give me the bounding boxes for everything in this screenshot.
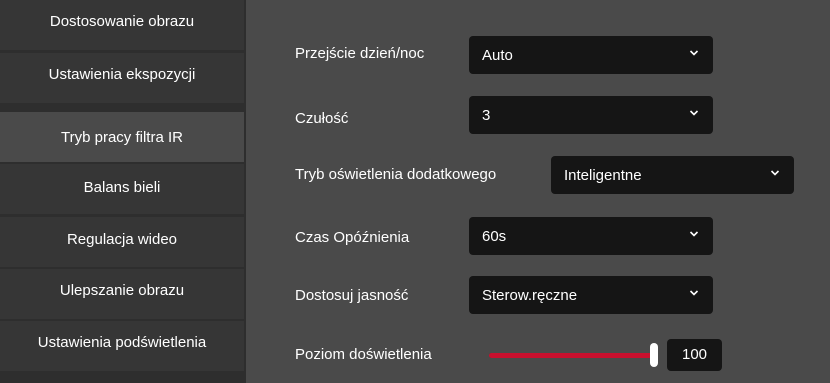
day-night-label: Przejście dzień/noc [295,45,425,62]
chevron-down-icon [770,170,780,176]
chevron-down-icon [689,231,699,237]
slider-thumb[interactable] [650,343,658,367]
sensitivity-value: 3 [482,107,491,124]
day-night-value: Auto [482,47,513,64]
sidebar-item-backlight-settings[interactable]: Ustawienia podświetlenia [0,321,244,371]
brightness-value: Sterow.ręczne [482,287,578,304]
sidebar-item-label: Regulacja wideo [66,231,178,248]
aux-light-label: Tryb oświetlenia dodatkowego [295,166,497,183]
light-level-slider[interactable] [489,342,658,368]
sidebar-item-label: Balans bieli [83,179,161,196]
sidebar-item-video-adjustment[interactable]: Regulacja wideo [0,217,244,267]
sidebar-item-label: Ustawienia podświetlenia [37,334,207,351]
brightness-select[interactable]: Sterow.ręczne [469,276,713,314]
delay-select[interactable]: 60s [469,217,713,255]
chevron-down-icon [689,110,699,116]
brightness-label: Dostosuj jasność [295,287,409,304]
sidebar-item-label: Tryb pracy filtra IR [61,129,183,146]
day-night-select[interactable]: Auto [469,36,713,74]
sidebar-item-label: Ustawienia ekspozycji [48,66,196,83]
delay-label: Czas Opóźnienia [295,229,410,246]
sidebar-item-white-balance[interactable]: Balans bieli [0,164,244,214]
chevron-down-icon [689,50,699,56]
sidebar-item-ir-filter-mode[interactable]: Tryb pracy filtra IR [0,112,244,162]
sidebar-item-image-adjustment[interactable]: Dostosowanie obrazu [0,0,244,50]
sidebar-item-label: Ulepszanie obrazu [59,282,185,299]
light-level-label: Poziom doświetlenia [295,346,432,363]
light-level-value[interactable]: 100 [667,339,722,371]
sidebar-item-label: Dostosowanie obrazu [49,13,195,30]
settings-page: Dostosowanie obrazu Ustawienia ekspozycj… [0,0,830,383]
chevron-down-icon [689,290,699,296]
sidebar-item-image-enhancement[interactable]: Ulepszanie obrazu [0,269,244,319]
aux-light-select[interactable]: Inteligentne [551,156,794,194]
sidebar: Dostosowanie obrazu Ustawienia ekspozycj… [0,0,246,383]
sensitivity-label: Czułość [295,110,349,127]
slider-fill [489,353,654,358]
sensitivity-select[interactable]: 3 [469,96,713,134]
sidebar-item-exposure-settings[interactable]: Ustawienia ekspozycji [0,53,244,103]
delay-value: 60s [482,228,507,245]
aux-light-value: Inteligentne [564,167,642,184]
